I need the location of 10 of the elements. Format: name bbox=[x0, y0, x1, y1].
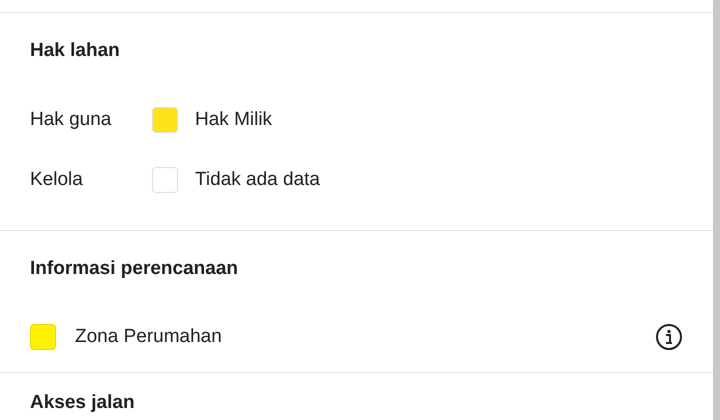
section-title: Hak lahan bbox=[30, 39, 121, 63]
row-label: Hak guna bbox=[30, 108, 112, 132]
row-value: Hak Milik bbox=[195, 108, 272, 132]
zone-label: Zona Perumahan bbox=[75, 324, 223, 349]
scrollbar[interactable] bbox=[713, 0, 720, 420]
info-icon[interactable] bbox=[655, 323, 683, 351]
row-value: Tidak ada data bbox=[195, 168, 320, 192]
section-title: Informasi perencanaan bbox=[30, 257, 240, 281]
section-title: Akses jalan bbox=[30, 391, 136, 415]
row-label: Kelola bbox=[30, 168, 84, 192]
